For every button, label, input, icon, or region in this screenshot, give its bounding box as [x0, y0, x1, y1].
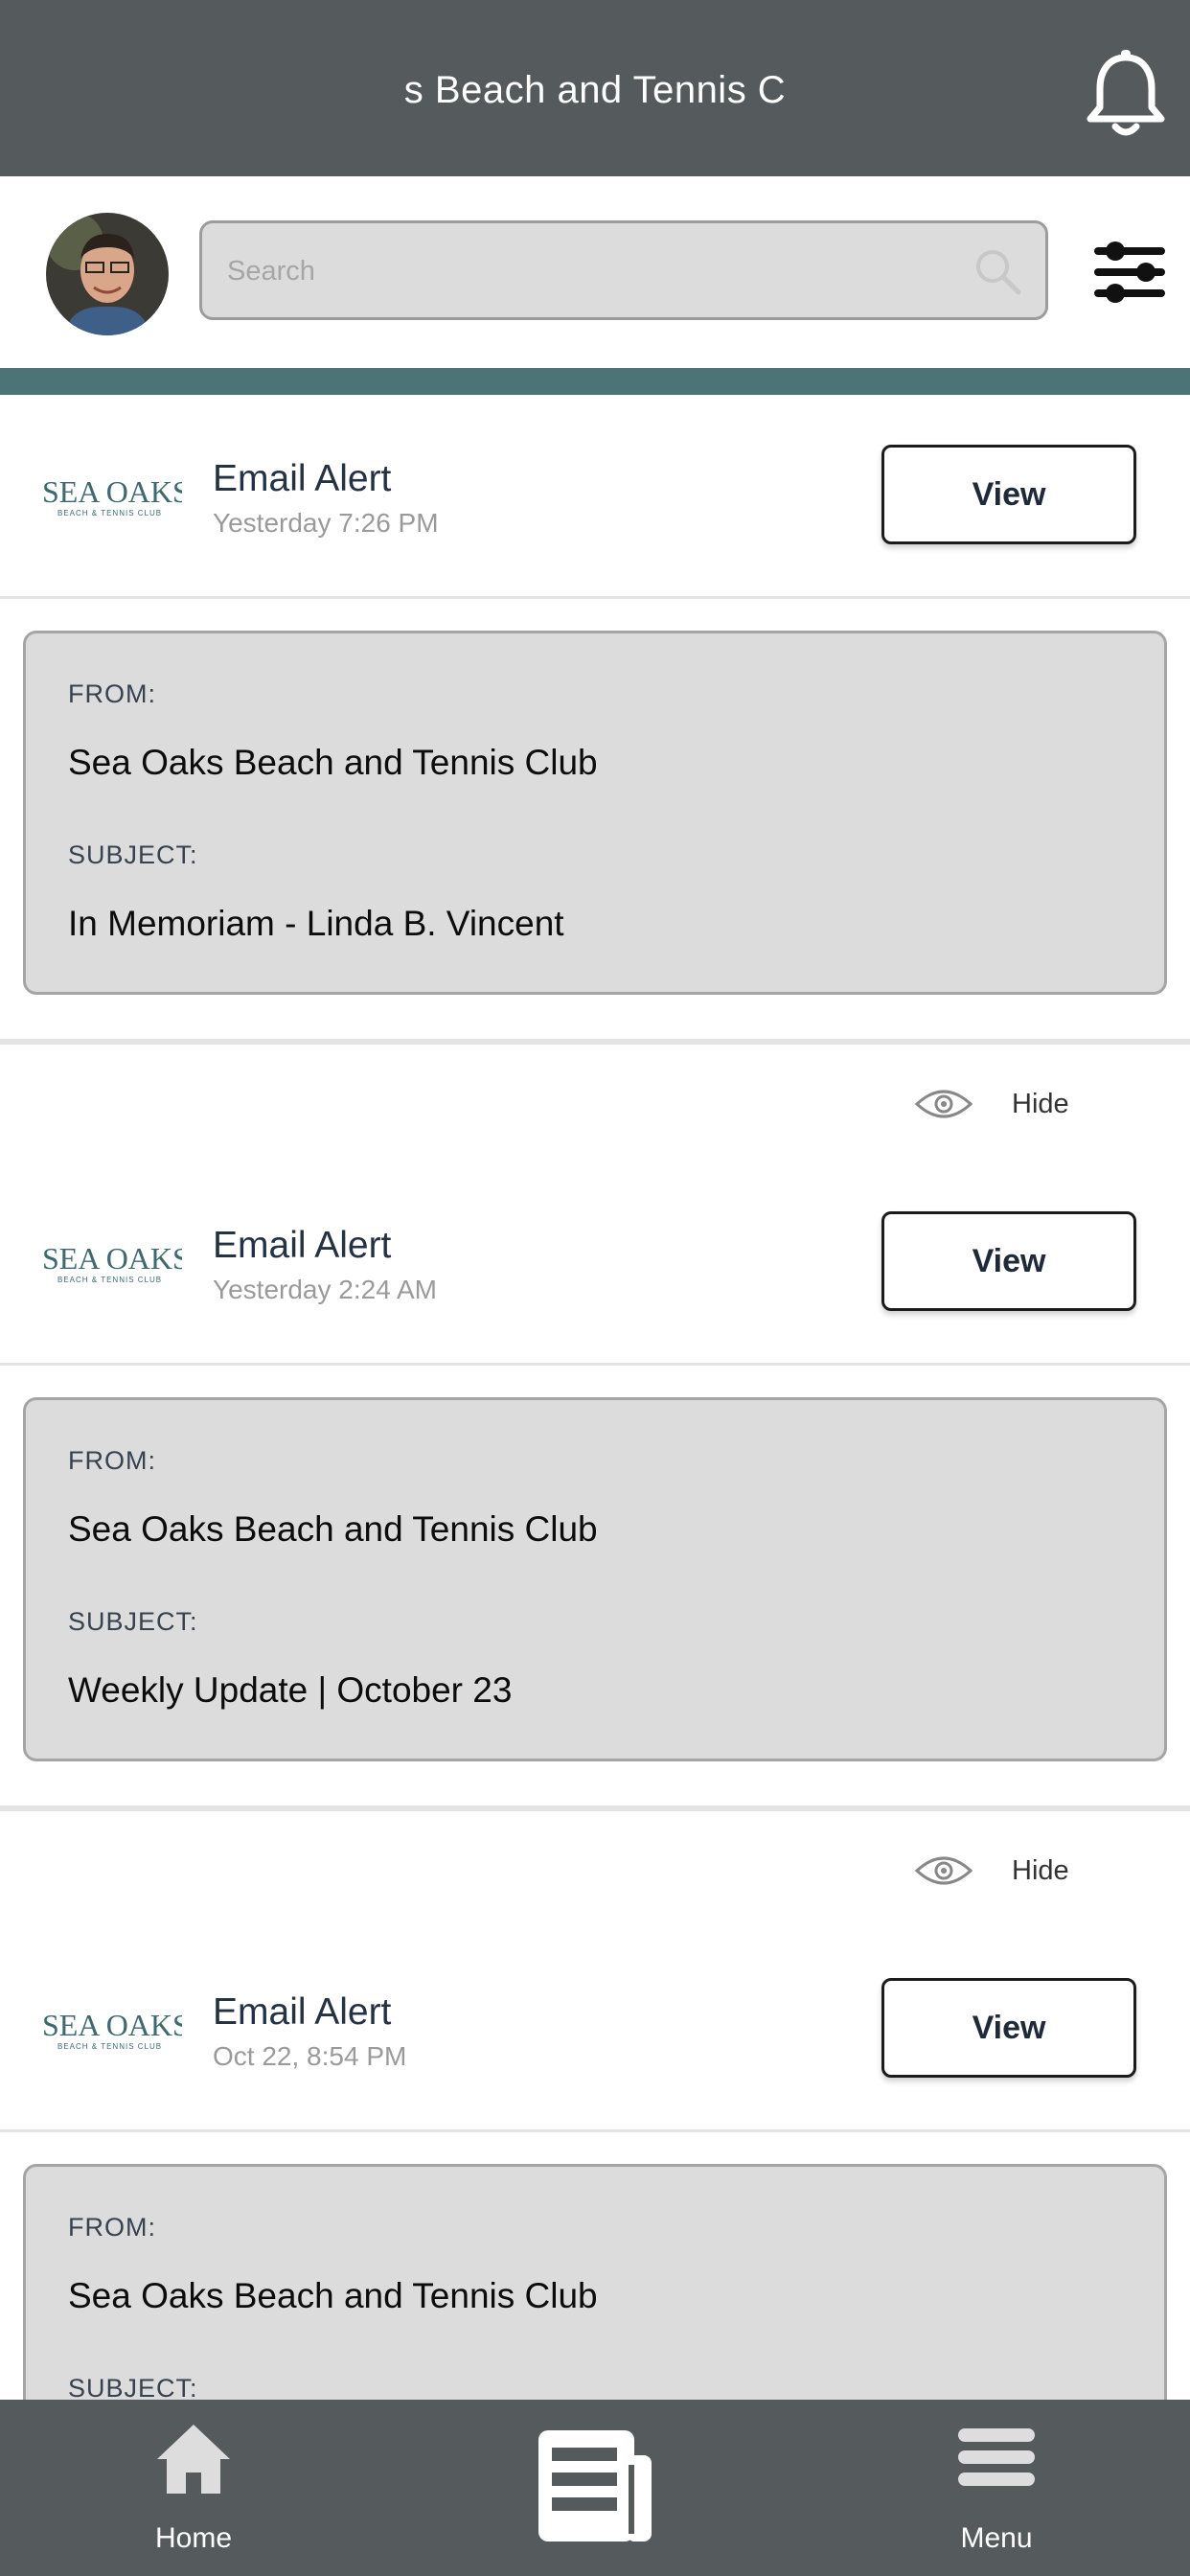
bottom-nav: Home Menu — [0, 2400, 1190, 2576]
nav-news[interactable] — [533, 2400, 657, 2576]
divider — [0, 596, 1190, 599]
bell-icon[interactable] — [1083, 48, 1169, 140]
sea-oaks-logo: SEA OAKS BEACH & TENNIS CLUB — [42, 2008, 182, 2051]
item-timestamp: Yesterday 7:26 PM — [213, 508, 439, 538]
search-icon[interactable] — [971, 244, 1024, 298]
app-header: s Beach and Tennis C — [0, 0, 1190, 176]
subject-label: SUBJECT: — [68, 840, 198, 869]
eye-icon — [914, 1090, 973, 1118]
email-summary-card[interactable]: FROM: Sea Oaks Beach and Tennis Club SUB… — [23, 631, 1167, 995]
divider — [0, 1806, 1190, 1811]
search-input[interactable] — [225, 223, 957, 319]
hide-label: Hide — [1012, 1089, 1069, 1119]
from-label: FROM: — [68, 2213, 156, 2242]
avatar[interactable] — [46, 213, 169, 335]
svg-text:BEACH & TENNIS CLUB: BEACH & TENNIS CLUB — [57, 1276, 162, 1284]
svg-text:BEACH & TENNIS CLUB: BEACH & TENNIS CLUB — [57, 2042, 162, 2051]
item-title: Email Alert — [213, 458, 392, 499]
divider — [0, 1363, 1190, 1366]
nav-menu-label: Menu — [960, 2522, 1033, 2554]
svg-text:SEA OAKS: SEA OAKS — [42, 2008, 182, 2042]
view-button[interactable]: View — [881, 445, 1136, 544]
hide-button[interactable]: Hide — [914, 1848, 1106, 1896]
from-label: FROM: — [68, 1446, 156, 1475]
item-timestamp: Yesterday 2:24 AM — [213, 1275, 438, 1304]
hide-button[interactable]: Hide — [914, 1081, 1106, 1129]
from-label: FROM: — [68, 679, 156, 708]
subject-value: Weekly Update | October 23 — [68, 1670, 513, 1710]
view-button[interactable]: View — [881, 1978, 1136, 2078]
search-field — [199, 220, 1048, 320]
subject-value: In Memoriam - Linda B. Vincent — [68, 904, 564, 943]
feed-item-header: SEA OAKS BEACH & TENNIS CLUB Email Alert… — [0, 1928, 1190, 2129]
accent-divider — [0, 368, 1190, 395]
divider — [0, 2129, 1190, 2132]
from-value: Sea Oaks Beach and Tennis Club — [68, 2276, 598, 2315]
item-timestamp: Oct 22, 8:54 PM — [213, 2041, 407, 2071]
search-bar-row — [0, 176, 1190, 368]
nav-menu[interactable]: Menu — [929, 2400, 1064, 2576]
view-button[interactable]: View — [881, 1211, 1136, 1311]
feed-item-header: SEA OAKS BEACH & TENNIS CLUB Email Alert… — [0, 1162, 1190, 1363]
sea-oaks-logo: SEA OAKS BEACH & TENNIS CLUB — [42, 474, 182, 518]
eye-icon — [914, 1856, 973, 1885]
home-icon — [157, 2425, 230, 2494]
sea-oaks-logo: SEA OAKS BEACH & TENNIS CLUB — [42, 1241, 182, 1284]
page-title: s Beach and Tennis C — [403, 69, 787, 111]
svg-text:BEACH & TENNIS CLUB: BEACH & TENNIS CLUB — [57, 509, 162, 518]
subject-label: SUBJECT: — [68, 1607, 198, 1636]
svg-text:SEA OAKS: SEA OAKS — [42, 474, 182, 509]
item-title: Email Alert — [213, 1991, 392, 2033]
nav-home-label: Home — [154, 2522, 233, 2554]
newspaper-icon — [538, 2430, 652, 2542]
divider — [0, 1039, 1190, 1045]
sliders-icon[interactable] — [1092, 234, 1167, 310]
item-title: Email Alert — [213, 1225, 392, 1266]
hamburger-icon — [958, 2428, 1035, 2486]
svg-text:SEA OAKS: SEA OAKS — [42, 1241, 182, 1276]
feed-item-header: SEA OAKS BEACH & TENNIS CLUB Email Alert… — [0, 395, 1190, 596]
nav-home[interactable]: Home — [126, 2400, 261, 2576]
email-summary-card[interactable]: FROM: Sea Oaks Beach and Tennis Club SUB… — [23, 1397, 1167, 1761]
from-value: Sea Oaks Beach and Tennis Club — [68, 1509, 598, 1549]
from-value: Sea Oaks Beach and Tennis Club — [68, 743, 598, 782]
hide-label: Hide — [1012, 1855, 1069, 1886]
